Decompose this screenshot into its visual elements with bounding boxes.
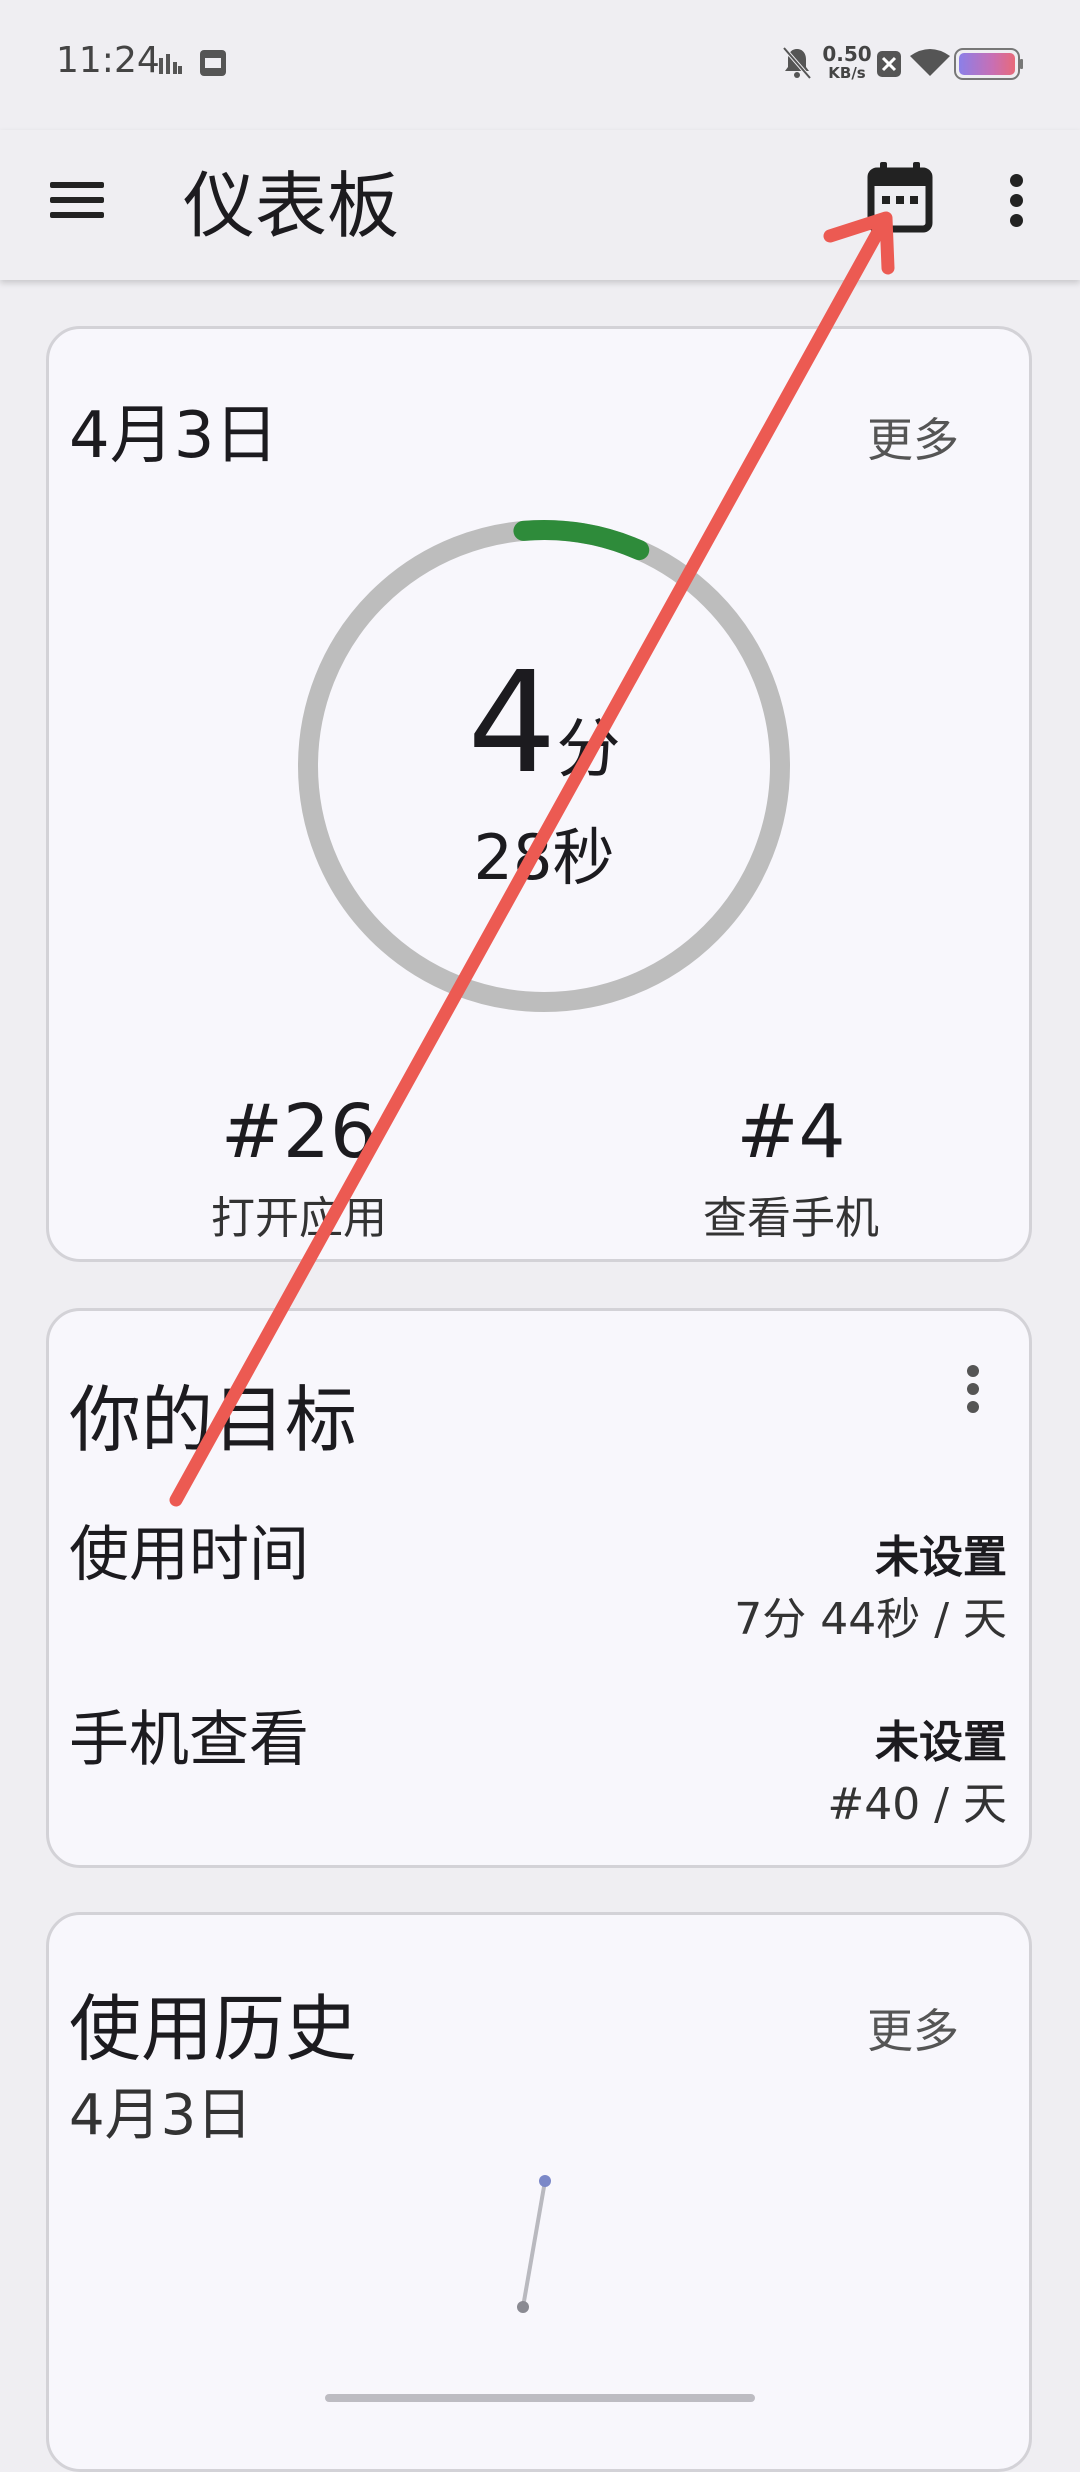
history-more-link[interactable]: 更多 bbox=[867, 1995, 959, 2061]
usage-minutes-unit: 分 bbox=[556, 713, 621, 787]
calendar-button[interactable] bbox=[866, 158, 934, 236]
history-chart-point bbox=[539, 2175, 551, 2187]
history-card: 使用历史 更多 4月3日 bbox=[46, 1912, 1032, 2472]
usage-minutes: 4分 bbox=[297, 654, 791, 820]
usage-time-display: 4分 28秒 bbox=[297, 519, 791, 1013]
history-chart-line bbox=[521, 2180, 547, 2308]
signal-bars-icon bbox=[159, 54, 182, 74]
page-title: 仪表板 bbox=[183, 164, 400, 248]
net-speed-unit: KB/s bbox=[828, 64, 866, 82]
history-date: 4月3日 bbox=[69, 2083, 253, 2148]
history-title: 使用历史 bbox=[69, 1987, 358, 2071]
unlocks-value: #4 bbox=[736, 1089, 846, 1175]
net-speed: 0.50 KB/s bbox=[822, 44, 872, 82]
goal-row-status: 未设置 bbox=[875, 1717, 1007, 1768]
mute-bell-icon bbox=[782, 46, 812, 80]
usage-minutes-value: 4 bbox=[467, 642, 557, 805]
goal-row-status: 未设置 bbox=[875, 1532, 1007, 1583]
unlocks-stat: #4 查看手机 bbox=[611, 1092, 971, 1246]
net-speed-value: 0.50 bbox=[822, 42, 872, 66]
goal-row-name: 使用时间 bbox=[69, 1520, 309, 1590]
sim-icon bbox=[200, 50, 226, 76]
summary-more-link[interactable]: 更多 bbox=[867, 404, 959, 470]
data-x-icon bbox=[877, 51, 901, 77]
app-bar: 仪表板 bbox=[0, 130, 1080, 280]
apps-opened-stat: #26 打开应用 bbox=[119, 1092, 479, 1246]
goals-card: 你的目标 使用时间 未设置 7分 44秒 / 天 手机查看 未设置 #40 / … bbox=[46, 1308, 1032, 1868]
status-bar: 11:24 0.50 KB/s bbox=[0, 0, 1080, 130]
status-time: 11:24 bbox=[56, 40, 160, 81]
goal-row-name: 手机查看 bbox=[69, 1705, 309, 1775]
wifi-icon bbox=[910, 49, 950, 76]
goals-more-button[interactable] bbox=[959, 1361, 989, 1421]
gesture-nav-bar[interactable] bbox=[325, 2394, 755, 2402]
menu-button[interactable] bbox=[50, 170, 110, 230]
unlocks-label: 查看手机 bbox=[703, 1193, 879, 1244]
today-summary-card: 4月3日 更多 4分 28秒 #26 打开应用 #4 查看手机 bbox=[46, 326, 1032, 1262]
goal-row-detail: 7分 44秒 / 天 bbox=[734, 1594, 1007, 1645]
apps-opened-label: 打开应用 bbox=[211, 1193, 387, 1244]
calendar-icon bbox=[867, 162, 933, 233]
more-options-button[interactable] bbox=[995, 160, 1041, 240]
battery-icon bbox=[954, 48, 1023, 80]
usage-seconds: 28秒 bbox=[473, 821, 615, 894]
apps-opened-value: #26 bbox=[220, 1089, 378, 1175]
history-chart bbox=[517, 2175, 551, 2313]
goals-title: 你的目标 bbox=[69, 1378, 358, 1462]
goal-row-detail: #40 / 天 bbox=[827, 1779, 1007, 1830]
summary-date: 4月3日 bbox=[69, 399, 279, 473]
history-chart-point bbox=[517, 2301, 529, 2313]
